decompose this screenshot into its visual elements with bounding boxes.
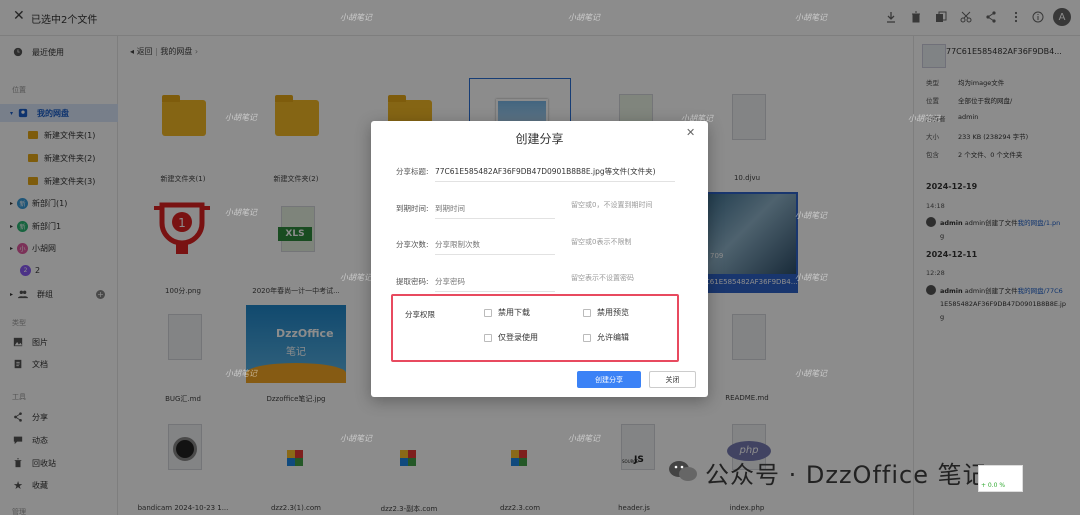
watermark: 小胡笔记 <box>340 273 372 282</box>
dialog-close-icon[interactable]: ✕ <box>686 126 695 139</box>
login-only-checkbox[interactable]: 仅登录使用 <box>484 332 538 343</box>
brand-watermark: 公众号 · DzzOffice 笔记 <box>705 461 988 489</box>
watermark: 小胡笔记 <box>225 113 257 122</box>
checkbox-label: 仅登录使用 <box>498 333 538 342</box>
watermark: 小胡笔记 <box>340 434 372 443</box>
share-title-label: 分享标题: <box>396 167 429 176</box>
corner-badge: + 0.0 % <box>978 465 1023 492</box>
watermark: 小胡笔记 <box>340 13 372 22</box>
watermark: 小胡笔记 <box>568 434 600 443</box>
checkbox-label: 禁用预览 <box>597 308 629 317</box>
wechat-icon <box>669 461 697 481</box>
permission-highlight-box <box>391 294 679 362</box>
disable-preview-checkbox[interactable]: 禁用预览 <box>583 307 629 318</box>
count-input[interactable]: 分享限制次数 <box>435 239 555 255</box>
watermark: 小胡笔记 <box>225 208 257 217</box>
code-label: 提取密码: <box>396 277 429 286</box>
watermark: 小胡笔记 <box>568 13 600 22</box>
disable-download-checkbox[interactable]: 禁用下载 <box>484 307 530 318</box>
checkbox-label: 允许编辑 <box>597 333 629 342</box>
permission-label: 分享权限 <box>405 310 435 319</box>
checkbox-box[interactable] <box>583 308 591 317</box>
code-input[interactable]: 分享密码 <box>435 276 555 292</box>
watermark: 小胡笔记 <box>795 13 827 22</box>
share-title-input[interactable]: 77C61E585482AF36F9DB47D0901B8B8E.jpg等文件(… <box>435 166 675 182</box>
watermark: 小胡笔记 <box>795 273 827 282</box>
dialog-title: 创建分享 <box>515 132 564 146</box>
count-label: 分享次数: <box>396 240 429 249</box>
create-share-dialog: 创建分享 ✕ 分享标题: 77C61E585482AF36F9DB47D0901… <box>371 121 708 397</box>
watermark: 小胡笔记 <box>795 211 827 220</box>
count-hint: 留空或0表示不限制 <box>571 238 632 246</box>
checkbox-box[interactable] <box>583 333 591 342</box>
badge-text: + 0.0 % <box>981 482 1006 489</box>
expire-hint: 留空或0，不设置到期时间 <box>571 201 653 209</box>
app-window: ✕ 已选中2个文件 A 最近使用 位置 ▾ 我的网盘 新建文件夹(1) 新建文件夹… <box>0 0 1080 515</box>
watermark: 小胡笔记 <box>795 369 827 378</box>
expire-label: 到期时间: <box>396 204 429 213</box>
create-share-button[interactable]: 创建分享 <box>577 371 641 388</box>
checkbox-box[interactable] <box>484 333 492 342</box>
code-hint: 留空表示不设置密码 <box>571 274 634 282</box>
watermark: 小胡笔记 <box>225 369 257 378</box>
checkbox-label: 禁用下载 <box>498 308 530 317</box>
allow-edit-checkbox[interactable]: 允许编辑 <box>583 332 629 343</box>
checkbox-box[interactable] <box>484 308 492 317</box>
close-button[interactable]: 关闭 <box>649 371 696 388</box>
expire-input[interactable]: 到期时间 <box>435 203 555 219</box>
watermark: 小胡笔记 <box>908 114 940 123</box>
